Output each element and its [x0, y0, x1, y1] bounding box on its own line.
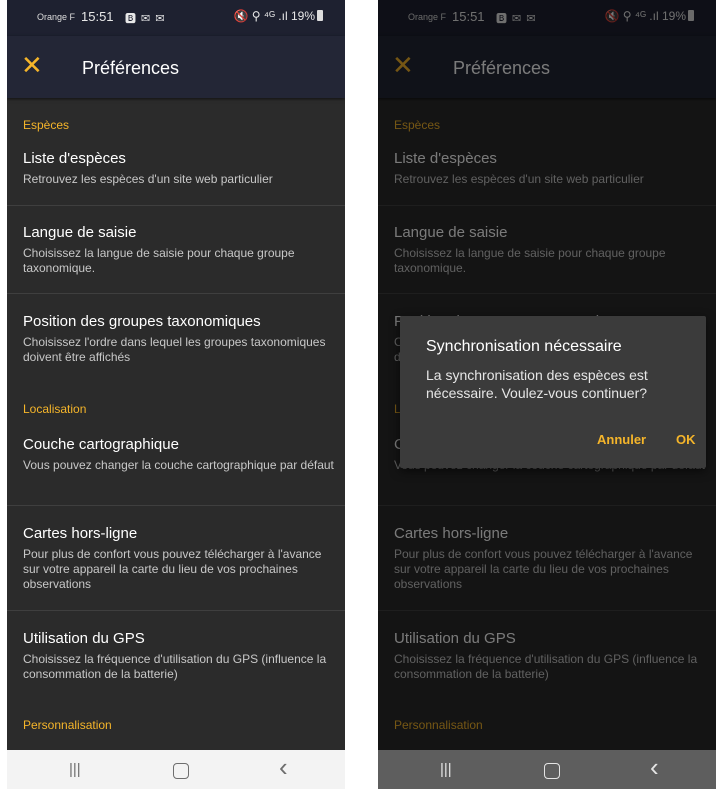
signal-icon: 🔇 ⚲ ⁴ᴳ .ıl — [233, 9, 288, 23]
phone-screen-preferences: Orange F 15:51 🅱 ✉ ✉ 🔇 ⚲ ⁴ᴳ .ıl 19% ✕ Pr… — [7, 0, 345, 789]
pref-item-title: Cartes hors-ligne — [23, 525, 138, 542]
pref-item-title: Position des groupes taxonomiques — [23, 313, 261, 330]
pref-item-langue-saisie[interactable]: Langue de saisie Choisissez la langue de… — [7, 224, 345, 294]
dialog-message: La synchronisation des espèces est néces… — [426, 367, 648, 401]
section-header-personnalisation: Personnalisation — [23, 718, 112, 732]
pref-item-subtitle: Choisissez la fréquence d'utilisation du… — [23, 652, 327, 681]
battery-level: 19% — [290, 9, 315, 23]
pref-item-title: Langue de saisie — [23, 224, 137, 241]
sync-dialog: Synchronisation nécessaire La synchronis… — [400, 316, 706, 468]
close-icon[interactable]: ✕ — [21, 52, 45, 78]
pref-item-utilisation-gps[interactable]: Utilisation du GPS Choisissez la fréquen… — [7, 630, 345, 690]
battery-icon — [317, 10, 323, 21]
recents-icon[interactable]: ||| — [440, 761, 452, 778]
pref-item-cartes-hors-ligne[interactable]: Cartes hors-ligne Pour plus de confort v… — [7, 525, 345, 610]
carrier-label: Orange F — [37, 12, 76, 22]
divider — [7, 505, 345, 506]
pref-item-subtitle: Retrouvez les espèces d'un site web part… — [23, 172, 273, 186]
preferences-list: Espèces Liste d'espèces Retrouvez les es… — [7, 98, 345, 750]
app-bar: ✕ Préférences — [7, 36, 345, 98]
status-bar: Orange F 15:51 🅱 ✉ ✉ 🔇 ⚲ ⁴ᴳ .ıl 19% — [7, 0, 345, 36]
divider — [7, 610, 345, 611]
page-title: Préférences — [82, 58, 180, 78]
system-nav-bar: ||| ‹ — [7, 750, 345, 789]
recents-icon[interactable]: ||| — [69, 761, 81, 778]
home-icon[interactable] — [544, 763, 560, 779]
divider — [7, 293, 345, 294]
phone-screen-sync-dialog: Orange F 15:51 🅱 ✉ ✉ 🔇 ⚲ ⁴ᴳ .ıl 19% ✕ Pr… — [378, 0, 716, 789]
pref-item-subtitle: Pour plus de confort vous pouvez télécha… — [23, 547, 322, 591]
dialog-title: Synchronisation nécessaire — [426, 338, 622, 355]
pref-item-title: Liste d'espèces — [23, 150, 126, 167]
pref-item-subtitle: Choisissez l'ordre dans lequel les group… — [23, 335, 326, 364]
pref-item-title: Utilisation du GPS — [23, 630, 145, 647]
ok-button[interactable]: OK — [676, 432, 696, 447]
cancel-button[interactable]: Annuler — [597, 432, 646, 447]
pref-item-couche-cartographique[interactable]: Couche cartographique Vous pouvez change… — [7, 436, 345, 506]
home-icon[interactable] — [173, 763, 189, 779]
divider — [7, 205, 345, 206]
system-nav-bar: ||| ‹ — [378, 750, 716, 789]
section-header-especes: Espèces — [23, 118, 70, 132]
pref-item-liste-especes[interactable]: Liste d'espèces Retrouvez les espèces d'… — [7, 150, 345, 205]
pref-item-subtitle: Choisissez la langue de saisie pour chaq… — [23, 246, 295, 275]
system-status-icons: 🔇 ⚲ ⁴ᴳ .ıl 19% — [233, 9, 323, 23]
back-icon[interactable]: ‹ — [279, 752, 288, 783]
pref-item-title: Couche cartographique — [23, 436, 179, 453]
section-header-localisation: Localisation — [23, 402, 87, 416]
back-icon[interactable]: ‹ — [650, 752, 659, 783]
pref-item-subtitle: Vous pouvez changer la couche cartograph… — [23, 458, 334, 472]
pref-item-position-groupes[interactable]: Position des groupes taxonomiques Choisi… — [7, 313, 345, 373]
status-time: 15:51 — [81, 9, 114, 24]
notification-icons: 🅱 ✉ ✉ — [125, 13, 166, 25]
